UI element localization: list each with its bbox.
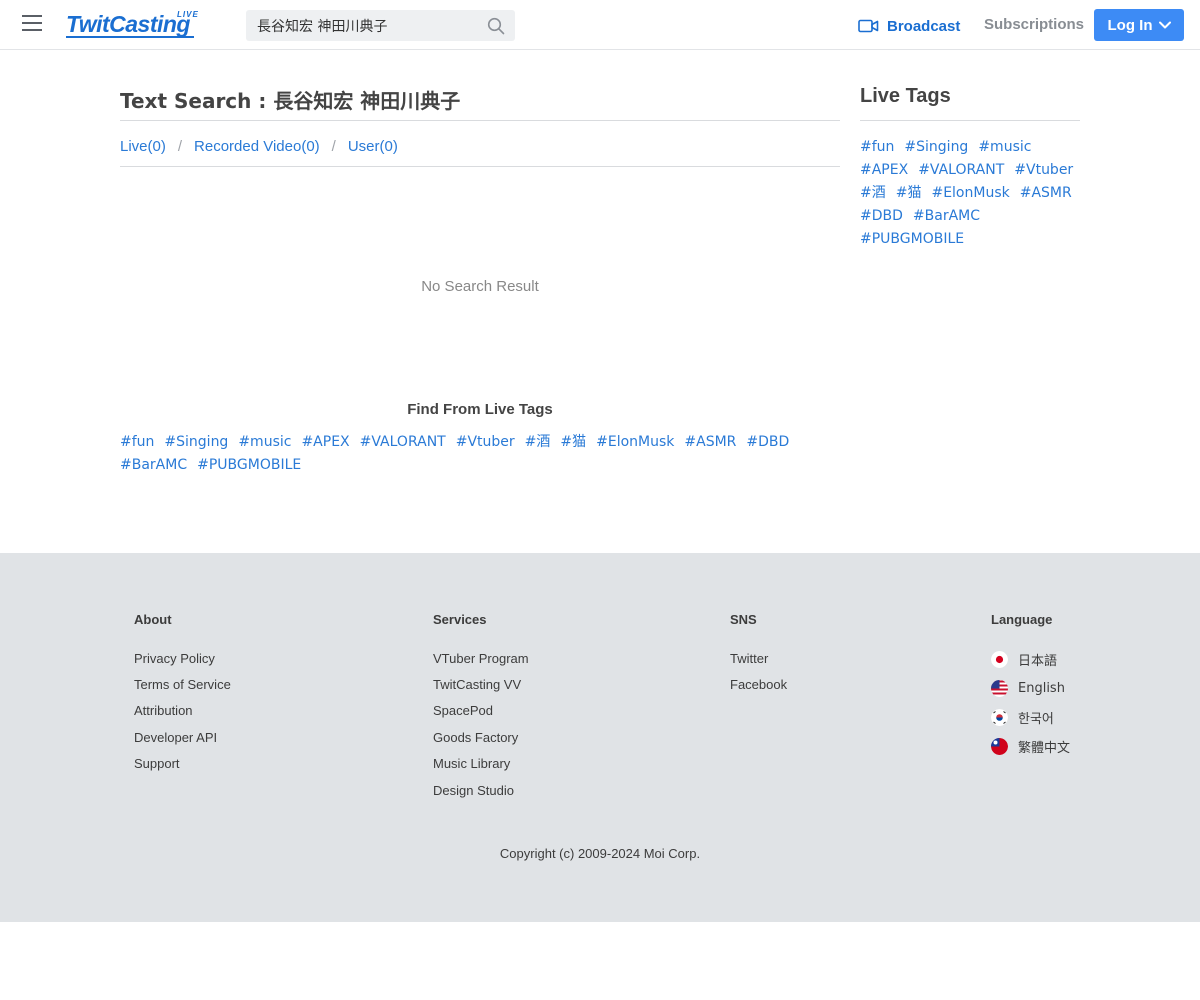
tabs-divider xyxy=(120,166,840,167)
tag-link[interactable]: #VALORANT xyxy=(360,431,446,454)
tab-recorded-video[interactable]: Recorded Video(0) xyxy=(194,138,320,155)
footer-link-developer-api[interactable]: Developer API xyxy=(134,730,231,746)
tab-user[interactable]: User(0) xyxy=(348,138,398,155)
language-label: 日本語 xyxy=(1018,653,1058,669)
sidebar-tag-link[interactable]: #music xyxy=(978,136,1031,159)
search-box xyxy=(246,10,515,41)
sidebar-tag-link[interactable]: #Vtuber xyxy=(1014,159,1073,182)
footer-about-heading: About xyxy=(134,612,172,627)
footer-services-heading: Services xyxy=(433,612,487,627)
hamburger-menu-icon[interactable] xyxy=(22,15,44,35)
footer-sns-heading: SNS xyxy=(730,612,757,627)
tab-separator: / xyxy=(177,138,183,155)
logo-underline xyxy=(66,36,194,38)
twitcasting-logo[interactable]: TwitCasting LIVE xyxy=(66,9,206,41)
sidebar-tag-link[interactable]: #PUBGMOBILE xyxy=(860,228,964,251)
tag-link[interactable]: #Singing xyxy=(164,431,228,454)
top-header: TwitCasting LIVE Broadcast Subscriptions… xyxy=(0,0,1200,50)
tag-link[interactable]: #ASMR xyxy=(684,431,736,454)
footer-link-spacepod[interactable]: SpacePod xyxy=(433,703,529,719)
footer-link-privacy-policy[interactable]: Privacy Policy xyxy=(134,651,231,667)
copyright-text: Copyright (c) 2009-2024 Moi Corp. xyxy=(499,846,701,861)
sidebar-tag-link[interactable]: #VALORANT xyxy=(918,159,1004,182)
taiwan-flag-icon xyxy=(991,737,1008,755)
title-divider xyxy=(120,120,840,121)
result-tabs: Live(0) / Recorded Video(0) / User(0) xyxy=(120,138,398,155)
sidebar-tag-link[interactable]: #BarAMC xyxy=(913,205,980,228)
tag-link[interactable]: #APEX xyxy=(301,431,349,454)
no-search-result-message: No Search Result xyxy=(421,278,539,295)
sidebar-divider xyxy=(860,120,1080,121)
sidebar-tag-link[interactable]: #APEX xyxy=(860,159,908,182)
language-option-english[interactable]: English xyxy=(991,679,1070,697)
footer-link-twitter[interactable]: Twitter xyxy=(730,651,787,667)
subscriptions-link[interactable]: Subscriptions xyxy=(984,16,1084,33)
footer-link-support[interactable]: Support xyxy=(134,756,231,772)
video-camera-icon xyxy=(858,19,879,33)
tab-live[interactable]: Live(0) xyxy=(120,138,166,155)
sidebar-tag-link[interactable]: #ASMR xyxy=(1020,182,1072,205)
sidebar-tag-link[interactable]: #猫 xyxy=(896,182,922,205)
tag-link[interactable]: #Vtuber xyxy=(456,431,515,454)
logo-text: TwitCasting xyxy=(66,11,190,37)
live-tags-heading: Live Tags xyxy=(860,85,951,107)
language-label: 한국어 xyxy=(1018,711,1054,727)
sidebar-tag-link[interactable]: #DBD xyxy=(860,205,903,228)
language-option-traditional-chinese[interactable]: 繁體中文 xyxy=(991,737,1071,756)
footer-language-column: Language 日本語 English 한국어 繁體中文 xyxy=(991,612,1071,756)
broadcast-link[interactable]: Broadcast xyxy=(858,16,960,36)
sidebar-tag-link[interactable]: #酒 xyxy=(860,182,886,205)
find-from-live-tags-heading: Find From Live Tags xyxy=(407,401,553,418)
sidebar-tag-list: #fun #Singing #music #APEX #VALORANT #Vt… xyxy=(860,136,1080,251)
footer-link-vtuber-program[interactable]: VTuber Program xyxy=(433,651,529,667)
footer-services-column: Services VTuber Program TwitCasting VV S… xyxy=(433,612,529,799)
tag-link[interactable]: #BarAMC xyxy=(120,454,187,477)
footer-link-goods-factory[interactable]: Goods Factory xyxy=(433,730,529,746)
footer-link-facebook[interactable]: Facebook xyxy=(730,677,787,693)
tab-separator: / xyxy=(331,138,336,155)
footer-link-music-library[interactable]: Music Library xyxy=(433,756,529,772)
search-icon[interactable] xyxy=(487,17,505,35)
tag-link[interactable]: #fun xyxy=(120,431,154,454)
tag-link[interactable]: #PUBGMOBILE xyxy=(197,454,301,477)
page-title: Text Search : 長谷知宏 神田川典子 xyxy=(120,89,461,113)
login-button[interactable]: Log In xyxy=(1094,9,1184,41)
language-label: 繁體中文 xyxy=(1018,740,1071,756)
sidebar-tag-link[interactable]: #Singing xyxy=(904,136,968,159)
login-label: Log In xyxy=(1107,16,1153,34)
footer-about-column: About Privacy Policy Terms of Service At… xyxy=(134,612,231,772)
logo-live-label: LIVE xyxy=(177,10,199,19)
footer-link-attribution[interactable]: Attribution xyxy=(134,703,231,719)
tag-link[interactable]: #DBD xyxy=(746,431,789,454)
tag-link[interactable]: #酒 xyxy=(525,431,551,454)
footer-link-terms-of-service[interactable]: Terms of Service xyxy=(134,677,231,693)
language-option-japanese[interactable]: 日本語 xyxy=(991,650,1070,669)
footer-link-twitcasting-vv[interactable]: TwitCasting VV xyxy=(433,677,529,693)
tag-link[interactable]: #music xyxy=(238,431,291,454)
search-input[interactable] xyxy=(246,10,482,41)
footer-link-design-studio[interactable]: Design Studio xyxy=(433,783,529,799)
chevron-down-icon xyxy=(1158,21,1171,29)
footer-sns-column: SNS Twitter Facebook xyxy=(730,612,787,693)
tag-link[interactable]: #ElonMusk xyxy=(596,431,674,454)
sidebar-tag-link[interactable]: #fun xyxy=(860,136,894,159)
sidebar-tag-link[interactable]: #ElonMusk xyxy=(931,182,1009,205)
main-tag-list: #fun #Singing #music #APEX #VALORANT #Vt… xyxy=(120,431,800,477)
us-flag-icon xyxy=(991,679,1008,697)
broadcast-label: Broadcast xyxy=(887,17,961,35)
language-label: English xyxy=(1018,680,1065,696)
tag-link[interactable]: #猫 xyxy=(560,431,586,454)
japan-flag-icon xyxy=(991,650,1008,668)
footer-language-heading: Language xyxy=(991,612,1053,627)
korea-flag-icon xyxy=(991,708,1008,726)
language-option-korean[interactable]: 한국어 xyxy=(991,708,1070,727)
